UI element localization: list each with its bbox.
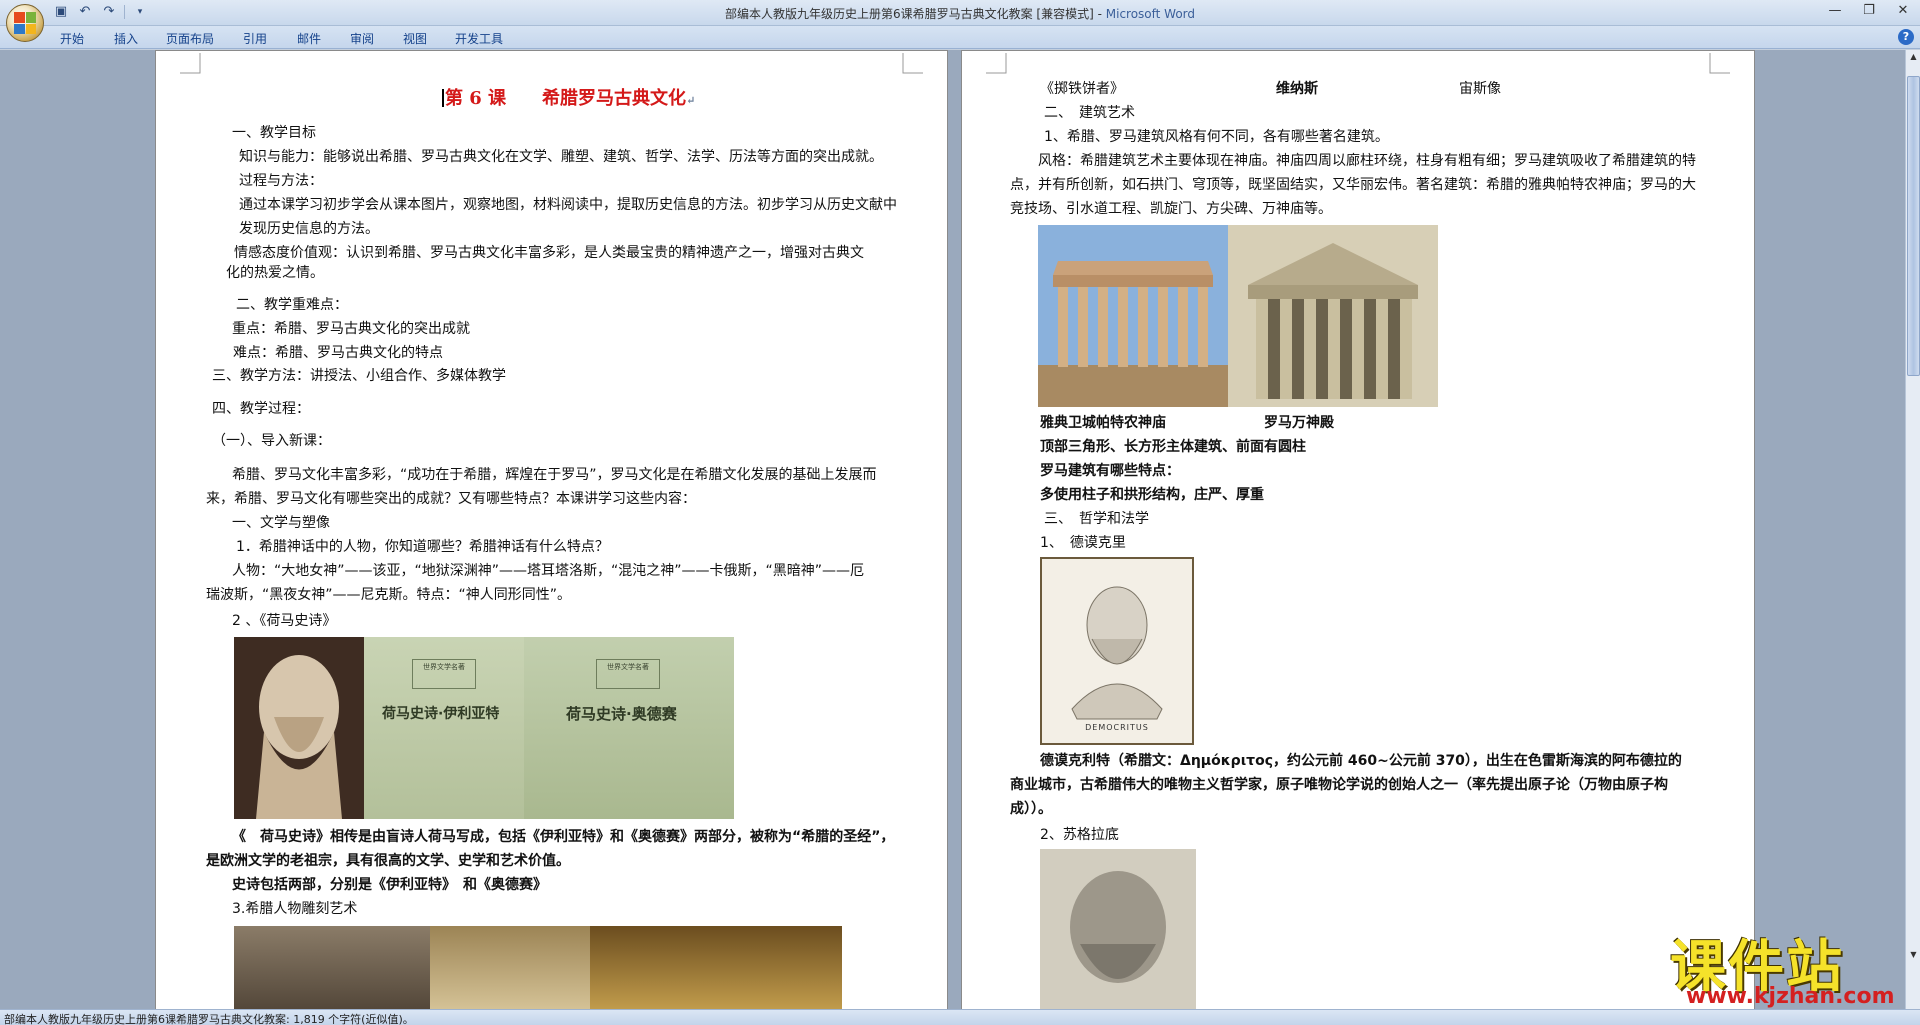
scrollbar-thumb[interactable] (1907, 76, 1920, 376)
parthenon-image (1038, 225, 1228, 407)
paragraph: 罗马建筑有哪些特点： (1040, 463, 1180, 479)
watermark: 课件站 www.kjzhan.com (1670, 922, 1910, 1009)
paragraph: 情感态度价值观：认识到希腊、罗马古典文化丰富多彩，是人类最宝贵的精神遗产之一，增… (234, 245, 864, 261)
tab-mailings[interactable]: 邮件 (297, 30, 321, 47)
text-cursor (442, 89, 444, 107)
window-title: 部编本人教版九年级历史上册第6课希腊罗马古典文化教案 [兼容模式] - Micr… (0, 5, 1920, 22)
paragraph: 发现历史信息的方法。 (239, 221, 379, 237)
discobolus-image (234, 926, 430, 1009)
help-icon[interactable]: ? (1898, 29, 1914, 45)
section-heading: 2、苏格拉底 (1040, 827, 1119, 843)
window-controls: — ❐ ✕ (1818, 0, 1920, 22)
watermark-url: www.kjzhan.com (1686, 984, 1895, 1009)
restore-button[interactable]: ❐ (1852, 0, 1886, 22)
caption: 宙斯像 (1459, 81, 1501, 97)
section-heading: 一、文学与塑像 (232, 515, 330, 531)
status-bar: 部编本人教版九年级历史上册第6课希腊罗马古典文化教案: 1,819 个字符(近似… (0, 1009, 1920, 1025)
minimize-button[interactable]: — (1818, 0, 1852, 22)
paragraph: 点，并有所创新，如石拱门、穹顶等，既坚固结实，又华丽宏伟。著名建筑：希腊的雅典帕… (1010, 177, 1696, 193)
paragraph: 来，希腊、罗马文化有哪些突出的成就？又有哪些特点？本课讲学习这些内容： (206, 491, 696, 507)
paragraph: 《 荷马史诗》相传是由盲诗人荷马写成，包括《伊利亚特》和《奥德赛》两部分，被称为… (232, 829, 895, 845)
caption: 罗马万神殿 (1264, 415, 1334, 431)
office-logo-icon (14, 12, 36, 34)
ribbon-tabs: 开始 插入 页面布局 引用 邮件 审阅 视图 开发工具 ? (0, 26, 1920, 49)
title-bar: ▣ ↶ ↷ ▾ 部编本人教版九年级历史上册第6课希腊罗马古典文化教案 [兼容模式… (0, 0, 1920, 26)
paragraph: 1．希腊神话中的人物，你知道哪些？希腊神话有什么特点？ (236, 539, 609, 555)
close-button[interactable]: ✕ (1886, 0, 1920, 22)
paragraph: 希腊、罗马文化丰富多彩，“成功在于希腊，辉煌在于罗马”，罗马文化是在希腊文化发展… (232, 467, 877, 483)
tab-review[interactable]: 审阅 (350, 30, 374, 47)
paragraph: 知识与能力：能够说出希腊、罗马古典文化在文学、雕塑、建筑、哲学、法学、历法等方面… (239, 149, 883, 165)
book-odyssey-cover: 世界文学名著 荷马史诗·奥德赛 (524, 637, 734, 819)
app-name: Microsoft Word (1105, 7, 1196, 21)
paragraph: 是欧洲文学的老祖宗，具有很高的文学、史学和艺术价值。 (206, 853, 570, 869)
office-button[interactable] (6, 4, 44, 42)
section-heading: 二、 建筑艺术 (1044, 105, 1135, 121)
paragraph: 过程与方法： (239, 173, 323, 189)
paragraph: 风格：希腊建筑艺术主要体现在神庙。神庙四周以廊柱环绕，柱身有粗有细；罗马建筑吸收… (1038, 153, 1696, 169)
tab-references[interactable]: 引用 (243, 30, 267, 47)
paragraph: 瑞波斯，“黑夜女神”——尼克斯。特点：“神人同形同性”。 (206, 587, 572, 603)
section-heading: 一、教学目标 (232, 125, 316, 141)
section-heading: 3.希腊人物雕刻艺术 (232, 901, 358, 917)
paragraph: 重点：希腊、罗马古典文化的突出成就 (232, 321, 470, 337)
section-heading: 二、教学重难点： (236, 297, 348, 313)
paragraph: 通过本课学习初步学会从课本图片，观察地图，材料阅读中，提取历史信息的方法。初步学… (239, 197, 897, 213)
paragraph: 多使用柱子和拱形结构，庄严、厚重 (1040, 487, 1264, 503)
vertical-scrollbar[interactable]: ▲ ▼ (1905, 50, 1920, 1009)
caption: 维纳斯 (1276, 81, 1318, 97)
document-title: 部编本人教版九年级历史上册第6课希腊罗马古典文化教案 [兼容模式] - (724, 7, 1106, 21)
zeus-image (590, 926, 842, 1009)
paragraph: 难点：希腊、罗马古典文化的特点 (233, 345, 443, 361)
paragraph: 顶部三角形、长方形主体建筑、前面有圆柱 (1040, 439, 1306, 455)
paragraph: 化的热爱之情。 (226, 265, 324, 281)
paragraph: 人物：“大地女神”——该亚，“地狱深渊神”——塔耳塔洛斯，“混沌之神”——卡俄斯… (232, 563, 865, 579)
paragraph: 2 、《荷马史诗》 (232, 613, 337, 629)
paragraph: 成））。 (1010, 801, 1052, 817)
section-heading: （一）、导入新课： (212, 433, 331, 449)
page-left[interactable]: 第 6 课 希腊罗马古典文化↵ 一、教学目标 知识与能力：能够说出希腊、罗马古典… (155, 50, 948, 1009)
paragraph: 竞技场、引水道工程、凯旋门、方尖碑、万神庙等。 (1010, 201, 1332, 217)
paragraph: 德谟克利特（希腊文：Δημόκριτος，约公元前 460~公元前 370），出… (1040, 753, 1682, 769)
tab-view[interactable]: 视图 (403, 30, 427, 47)
venus-image (430, 926, 590, 1009)
paragraph: 商业城市，古希腊伟大的唯物主义哲学家，原子唯物论学说的创始人之一（率先提出原子论… (1010, 777, 1668, 793)
section-heading: 三、 哲学和法学 (1044, 511, 1149, 527)
tab-developer[interactable]: 开发工具 (455, 30, 503, 47)
homer-images: 世界文学名著 荷马史诗·伊利亚特 世界文学名著 荷马史诗·奥德赛 (234, 637, 734, 819)
section-heading: 1、 德谟克里 (1040, 535, 1126, 551)
margin-corner-mark (986, 53, 1007, 74)
margin-corner-mark (902, 53, 923, 74)
tab-page-layout[interactable]: 页面布局 (166, 30, 214, 47)
document-workspace[interactable]: 第 6 课 希腊罗马古典文化↵ 一、教学目标 知识与能力：能够说出希腊、罗马古典… (0, 50, 1905, 1009)
socrates-image (1040, 849, 1196, 1009)
democritus-bust-drawing (1071, 586, 1163, 720)
page-title: 第 6 课 希腊罗马古典文化↵ (442, 87, 695, 113)
section-heading: 三、教学方法：讲授法、小组合作、多媒体教学 (212, 368, 506, 384)
margin-corner-mark (180, 53, 201, 74)
paragraph: 1、希腊、罗马建筑风格有何不同，各有哪些著名建筑。 (1044, 129, 1389, 145)
tab-home[interactable]: 开始 (60, 30, 84, 47)
bust-caption: DEMOCRITUS (1085, 723, 1149, 732)
scroll-up-icon[interactable]: ▲ (1907, 52, 1920, 66)
pantheon-image (1228, 225, 1438, 407)
section-heading: 四、教学过程： (212, 401, 310, 417)
caption: 《掷铁饼者》 (1040, 81, 1124, 97)
margin-corner-mark (1709, 53, 1730, 74)
tab-insert[interactable]: 插入 (114, 30, 138, 47)
caption: 雅典卫城帕特农神庙 (1040, 415, 1166, 431)
paragraph: 史诗包括两部，分别是《伊利亚特》 和《奥德赛》 (232, 877, 547, 893)
book-iliad-cover: 世界文学名著 荷马史诗·伊利亚特 (364, 637, 524, 819)
page-right[interactable]: 《掷铁饼者》 维纳斯 宙斯像 二、 建筑艺术 1、希腊、罗马建筑风格有何不同，各… (961, 50, 1755, 1009)
democritus-image: DEMOCRITUS (1040, 557, 1194, 745)
sculptures-images (234, 926, 842, 1009)
status-text: 部编本人教版九年级历史上册第6课希腊罗马古典文化教案: 1,819 个字符(近似… (4, 1013, 414, 1025)
